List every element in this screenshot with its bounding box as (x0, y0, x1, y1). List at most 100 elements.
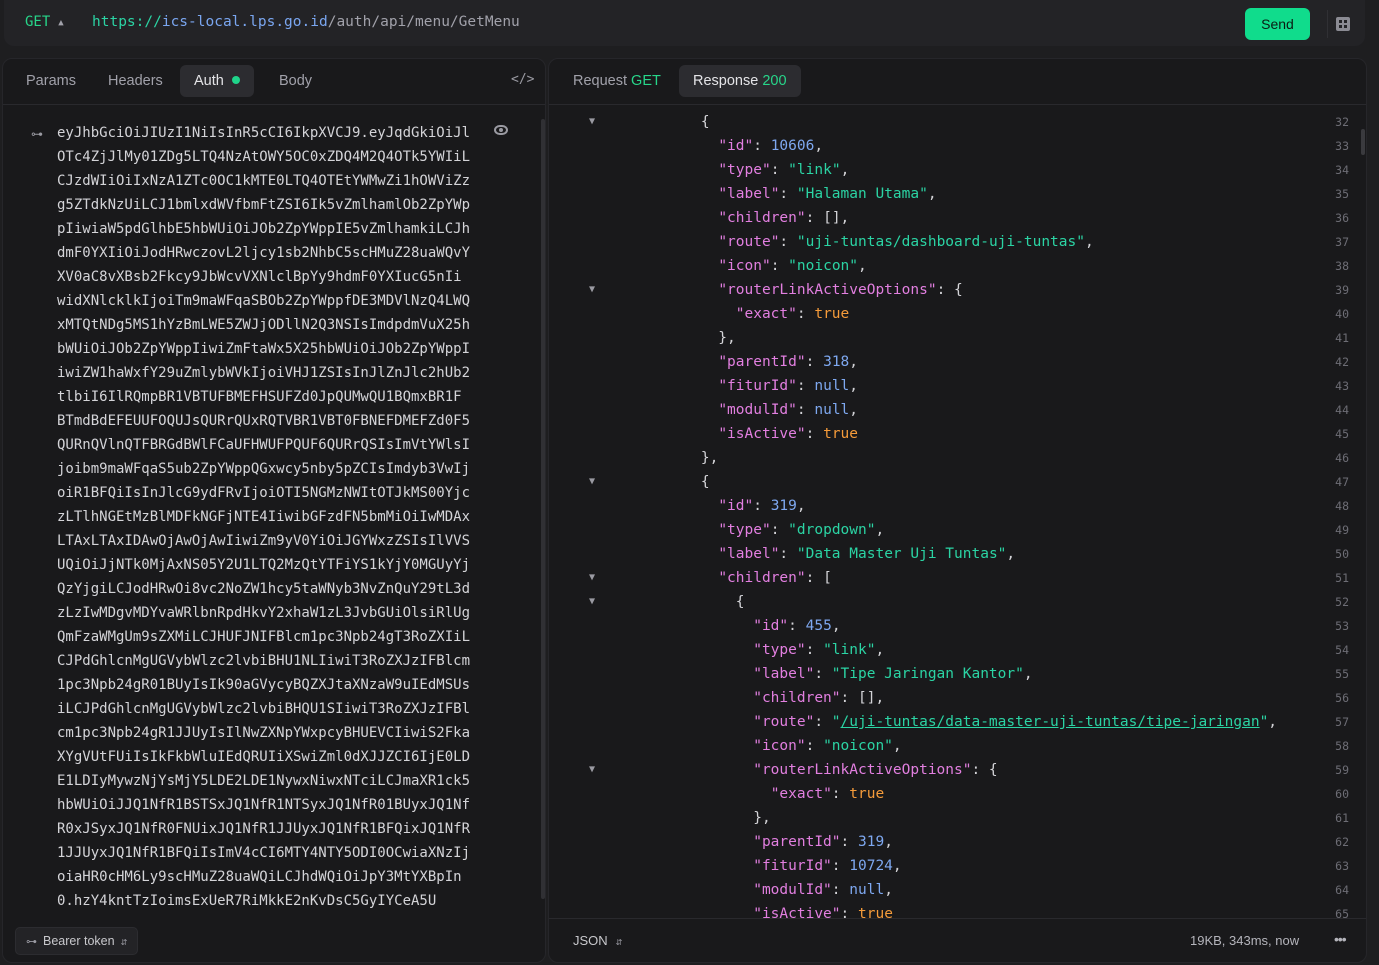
format-select[interactable]: JSON ⇵ (573, 933, 622, 948)
code-line: "route": "/uji-tuntas/data-master-uji-tu… (549, 710, 1366, 734)
code-line: "icon": "noicon", 38 (549, 254, 1366, 278)
more-icon[interactable]: ••• (1334, 931, 1347, 947)
code-text: "fiturId": null, (718, 378, 859, 394)
code-line: "children": [], 56 (549, 686, 1366, 710)
tab-headers[interactable]: Headers (94, 65, 177, 97)
line-number: 47 (1335, 475, 1349, 489)
code-line: "children": [], 36 (549, 206, 1366, 230)
code-text: "routerLinkActiveOptions": { (718, 282, 963, 298)
line-number: 46 (1335, 451, 1349, 465)
fold-toggle-icon[interactable]: ▼ (589, 470, 595, 494)
code-line: "isActive": true 45 (549, 422, 1366, 446)
line-number: 56 (1335, 691, 1349, 705)
tab-response-label: Response (693, 73, 759, 89)
code-line: "type": "dropdown", 49 (549, 518, 1366, 542)
tab-request[interactable]: Request GET (559, 65, 675, 97)
code-text: "type": "dropdown", (718, 522, 885, 538)
response-stats: 19KB, 343ms, now (1190, 933, 1300, 948)
line-number: 35 (1335, 187, 1349, 201)
tab-response-status: 200 (762, 73, 787, 89)
code-line: "label": "Halaman Utama", 35 (549, 182, 1366, 206)
code-text: }, (631, 810, 771, 826)
url-input[interactable]: https://ics-local.lps.go.id/auth/api/men… (92, 14, 520, 30)
fold-toggle-icon[interactable]: ▼ (589, 590, 595, 614)
scrollbar[interactable] (1361, 129, 1365, 155)
line-number: 45 (1335, 427, 1349, 441)
fold-toggle-icon[interactable]: ▼ (589, 278, 595, 302)
line-number: 39 (1335, 283, 1349, 297)
line-number: 52 (1335, 595, 1349, 609)
line-number: 53 (1335, 619, 1349, 633)
tab-auth[interactable]: Auth (180, 65, 254, 97)
code-text: }, (631, 450, 719, 466)
code-text: "fiturId": 10724, (753, 858, 902, 874)
line-number: 43 (1335, 379, 1349, 393)
line-number: 63 (1335, 859, 1349, 873)
token-line: CJPdGhlcnMgUGVybWlzc2lvbiBHU1NLIiwiT3RoZ… (57, 653, 471, 669)
line-number: 34 (1335, 163, 1349, 177)
response-body[interactable]: ▼ {32 "id": 10606, 33 "type": "link", 34 "… (549, 106, 1366, 918)
token-line: bWUiOiJOb2ZpYWppIiwiZmFtaWx5X25hbWUiOiJO… (57, 341, 471, 357)
token-line: eyJhbGciOiJIUzI1NiIsInR5cCI6IkpXVCJ9.eyJ… (57, 125, 471, 141)
bearer-token-field[interactable]: eyJhbGciOiJIUzI1NiIsInR5cCI6IkpXVCJ9.eyJ… (57, 121, 487, 913)
url-bar: GET ▲ https://ics-local.lps.go.id/auth/ap… (4, 0, 1365, 46)
send-button[interactable]: Send (1245, 8, 1310, 40)
code-line: "isActive": true 65 (549, 902, 1366, 918)
token-line: BTmdBdEFEUUFOQUJsQURrQUxRQTVBR1VBT0FBNEF… (57, 413, 471, 429)
code-line: "type": "link", 54 (549, 638, 1366, 662)
token-line: XYgVUtFUiIsIkFkbWluIEdQRUIiXSwiZml0dXJJZ… (57, 749, 471, 765)
tab-response[interactable]: Response 200 (679, 65, 801, 97)
code-line: "fiturId": 10724, 63 (549, 854, 1366, 878)
code-icon[interactable]: </> (511, 72, 534, 87)
line-number: 54 (1335, 643, 1349, 657)
token-line: xMTQtNDg5MS1hYzBmLWE5ZWJjODllN2Q3NSIsImd… (57, 317, 471, 333)
code-text: { (631, 594, 745, 610)
tab-body[interactable]: Body (265, 65, 326, 97)
fold-toggle-icon[interactable]: ▼ (589, 110, 595, 134)
layout-toggle-button[interactable] (1327, 10, 1357, 38)
fold-toggle-icon[interactable]: ▼ (589, 566, 595, 590)
scrollbar[interactable] (541, 119, 545, 899)
code-text: { (631, 474, 710, 490)
format-label: JSON (573, 933, 608, 948)
eye-icon[interactable] (494, 125, 508, 135)
line-number: 57 (1335, 715, 1349, 729)
code-text: "label": "Data Master Uji Tuntas", (718, 546, 1016, 562)
line-number: 38 (1335, 259, 1349, 273)
code-text: "parentId": 319, (753, 834, 893, 850)
code-text: "children": [], (753, 690, 885, 706)
auth-type-select[interactable]: ⊶ Bearer token ⇵ (15, 927, 139, 955)
line-number: 65 (1335, 907, 1349, 918)
token-line: zLzIwMDgvMDYvaWRlbnRpdHkvY2xhaW1zL3JvbGU… (57, 605, 471, 621)
tab-params[interactable]: Params (12, 65, 90, 97)
auth-active-dot (231, 76, 240, 84)
code-text: "id": 10606, (718, 138, 824, 154)
token-line: dmF0YXIiOiJodHRwczovL2ljcy1sb2NhbC5scHMu… (57, 245, 471, 261)
line-number: 41 (1335, 331, 1349, 345)
code-line: ▼ {47 (549, 470, 1366, 494)
code-line: "exact": true 40 (549, 302, 1366, 326)
token-line: joibm9maWFqaS5ub2ZpYWppQGxwcy5nby5pZCIsI… (57, 461, 471, 477)
code-text: "type": "link", (718, 162, 850, 178)
request-panel: Params Headers Auth Body </> ⊶ eyJhbGciO… (2, 58, 546, 963)
code-line: "fiturId": null, 43 (549, 374, 1366, 398)
line-number: 62 (1335, 835, 1349, 849)
code-line: "parentId": 318, 42 (549, 350, 1366, 374)
response-panel: Request GET Response 200 ▼ {32 "id": 106… (548, 58, 1367, 963)
token-line: QmFzaWMgUm9sZXMiLCJHUFJNIFBlcm1pc3Npb24g… (57, 629, 471, 645)
method-select[interactable]: GET ▲ (25, 14, 64, 30)
url-host: ics-local.lps.go.id (161, 14, 328, 30)
token-line: 1JJUyxJQ1NfR1BFQiIsImV4cCI6MTY4NTY5ODI0O… (57, 845, 471, 861)
code-line: "modulId": null, 44 (549, 398, 1366, 422)
updown-icon: ⇵ (120, 938, 128, 947)
code-line: "route": "uji-tuntas/dashboard-uji-tunta… (549, 230, 1366, 254)
token-line: OTc4ZjJlMy01ZDg5LTQ4NzAtOWY5OC0xZDQ4M2Q4… (57, 149, 471, 165)
token-line: R0xJSyxJQ1NfR0FNUixJQ1NfR1JJUyxJQ1NfR1BF… (57, 821, 471, 837)
updown-icon: ▲ (58, 18, 64, 28)
code-text: "children": [ (718, 570, 832, 586)
token-line: oiR1BFQiIsInJlcG9ydFRvIjoiOTI5NGMzNWItOT… (57, 485, 471, 501)
fold-toggle-icon[interactable]: ▼ (589, 758, 595, 782)
line-number: 36 (1335, 211, 1349, 225)
token-line: iwiZW1haWxfY29uZmlybWVkIjoiVHJ1ZSIsInJlZ… (57, 365, 471, 381)
tab-request-label: Request (573, 73, 628, 89)
